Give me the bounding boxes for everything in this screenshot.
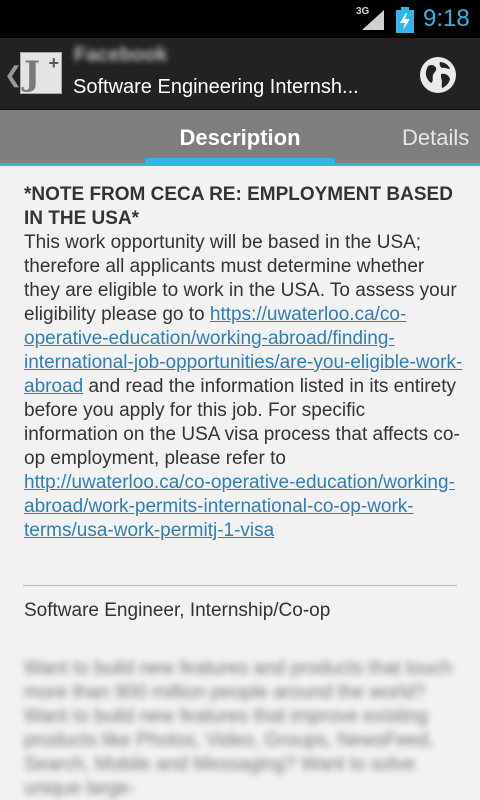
app-logo-letter: J: [24, 54, 41, 94]
visa-link[interactable]: http://uwaterloo.ca/co-operative-educati…: [24, 472, 455, 541]
tab-description-label: Description: [179, 125, 301, 150]
status-bar: 3G 9:18: [0, 0, 480, 38]
app-logo-plus: +: [48, 53, 59, 73]
tab-bar: Description Details: [0, 110, 480, 166]
description-content: *NOTE FROM CECA RE: EMPLOYMENT BASED IN …: [24, 183, 464, 543]
clock: 9:18: [423, 5, 470, 32]
tab-description[interactable]: Description: [145, 110, 335, 166]
globe-icon[interactable]: [419, 56, 457, 94]
signal-icon: [362, 10, 384, 30]
action-bar: ❮ J + Facebook Software Engineering Inte…: [0, 38, 480, 110]
job-description-blurred: Want to build new features and products …: [24, 658, 453, 799]
position-title: Software Engineer, Internship/Co-op: [24, 600, 331, 621]
job-title: Software Engineering Internsh...: [73, 76, 359, 98]
battery-charging-icon: [396, 7, 414, 33]
company-name: Facebook: [74, 44, 168, 66]
tab-selected-indicator: [145, 158, 335, 166]
note-heading: *NOTE FROM CECA RE: EMPLOYMENT BASED IN …: [24, 184, 453, 229]
description-paragraph: This work opportunity will be based in t…: [24, 231, 464, 543]
paragraph-text-2: and read the information listed in its e…: [24, 376, 460, 469]
divider: [23, 585, 457, 586]
app-logo[interactable]: J +: [20, 52, 62, 94]
tab-details[interactable]: Details: [402, 125, 469, 151]
